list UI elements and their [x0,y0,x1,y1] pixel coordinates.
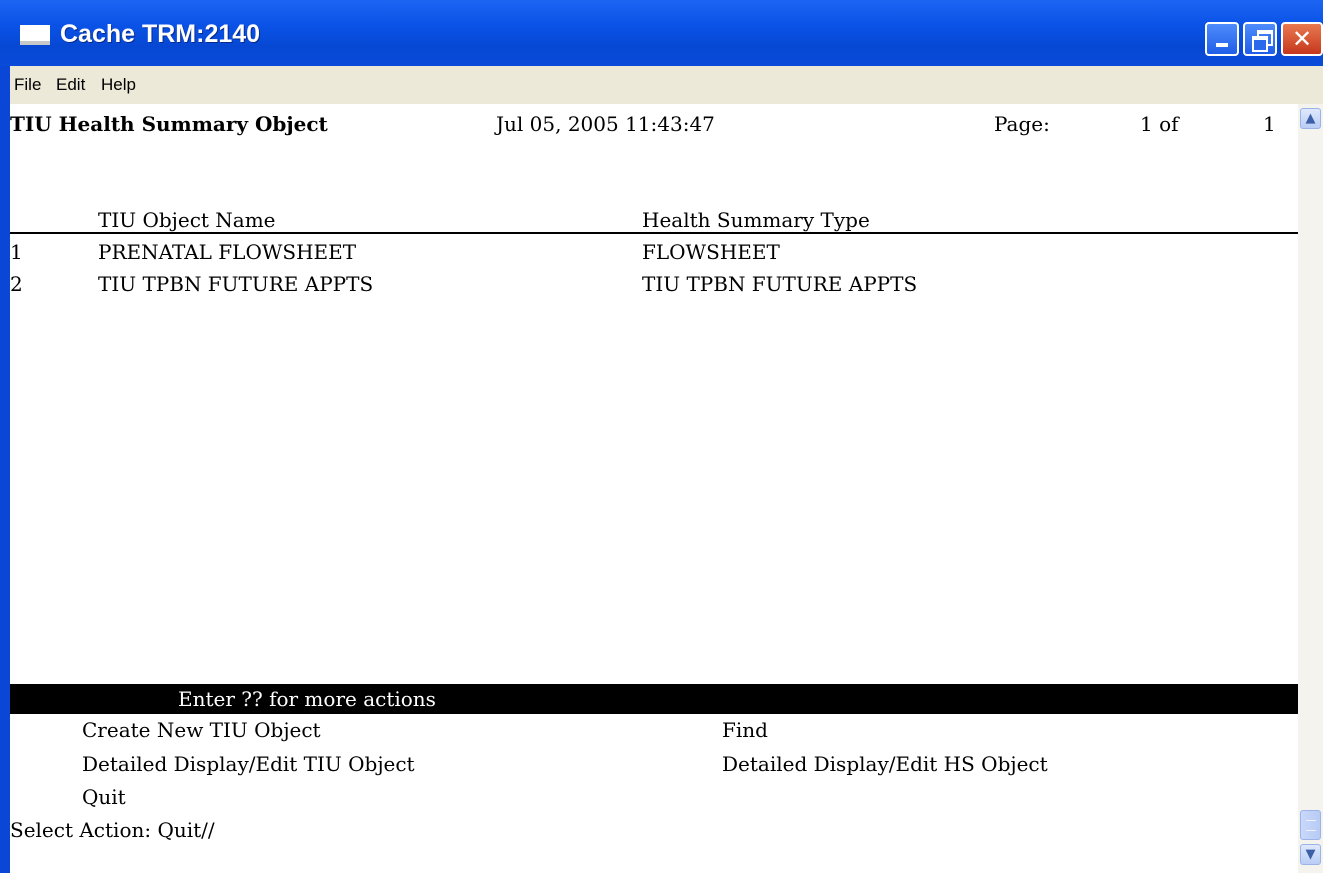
page-total: 1 [1263,112,1276,136]
screen-title: TIU Health Summary Object [10,112,328,136]
menu-help[interactable]: Help [101,75,136,95]
vertical-scrollbar[interactable]: ▲ ▼ [1298,104,1323,873]
action-create-new-tiu-object[interactable]: Create New TIU Object [82,718,321,742]
header-divider [10,232,1298,234]
actions-banner: Enter ?? for more actions [10,684,1298,714]
chevron-down-icon: ▼ [1305,847,1316,862]
scroll-up-button[interactable]: ▲ [1300,108,1321,129]
menu-file[interactable]: File [14,75,41,95]
title-bar[interactable]: Cache TRM:2140 ✕ [0,0,1323,66]
menu-bar: File Edit Help [10,66,1323,104]
row-1-number: 1 [10,240,23,264]
row-2-object-name: TIU TPBN FUTURE APPTS [98,272,374,296]
banner-text: Enter ?? for more actions [178,687,436,711]
column-header-summary-type: Health Summary Type [642,208,870,232]
screen-datetime: Jul 05, 2005 11:43:47 [496,112,715,136]
row-1-object-name: PRENATAL FLOWSHEET [98,240,357,264]
minimize-button[interactable] [1205,22,1239,56]
menu-edit[interactable]: Edit [56,75,85,95]
window-title: Cache TRM:2140 [60,20,261,48]
chevron-up-icon: ▲ [1305,111,1316,126]
page-label: Page: [994,112,1050,136]
scroll-down-button[interactable]: ▼ [1300,844,1321,865]
terminal-app-icon [20,25,50,45]
command-prompt[interactable]: Select Action: Quit// [10,818,215,842]
column-header-object-name: TIU Object Name [98,208,276,232]
action-detailed-display-edit-tiu-object[interactable]: Detailed Display/Edit TIU Object [82,752,415,776]
scroll-thumb[interactable] [1300,810,1321,840]
close-button[interactable]: ✕ [1281,22,1323,56]
restore-button[interactable] [1243,22,1277,56]
action-quit[interactable]: Quit [82,785,126,809]
close-icon: ✕ [1291,25,1313,53]
action-detailed-display-edit-hs-object[interactable]: Detailed Display/Edit HS Object [722,752,1048,776]
row-2-number: 2 [10,272,23,296]
action-find[interactable]: Find [722,718,768,742]
terminal-screen[interactable]: TIU Health Summary Object Jul 05, 2005 1… [10,104,1298,873]
row-2-summary-type: TIU TPBN FUTURE APPTS [642,272,918,296]
page-current: 1 of [1140,112,1179,136]
row-1-summary-type: FLOWSHEET [642,240,780,264]
